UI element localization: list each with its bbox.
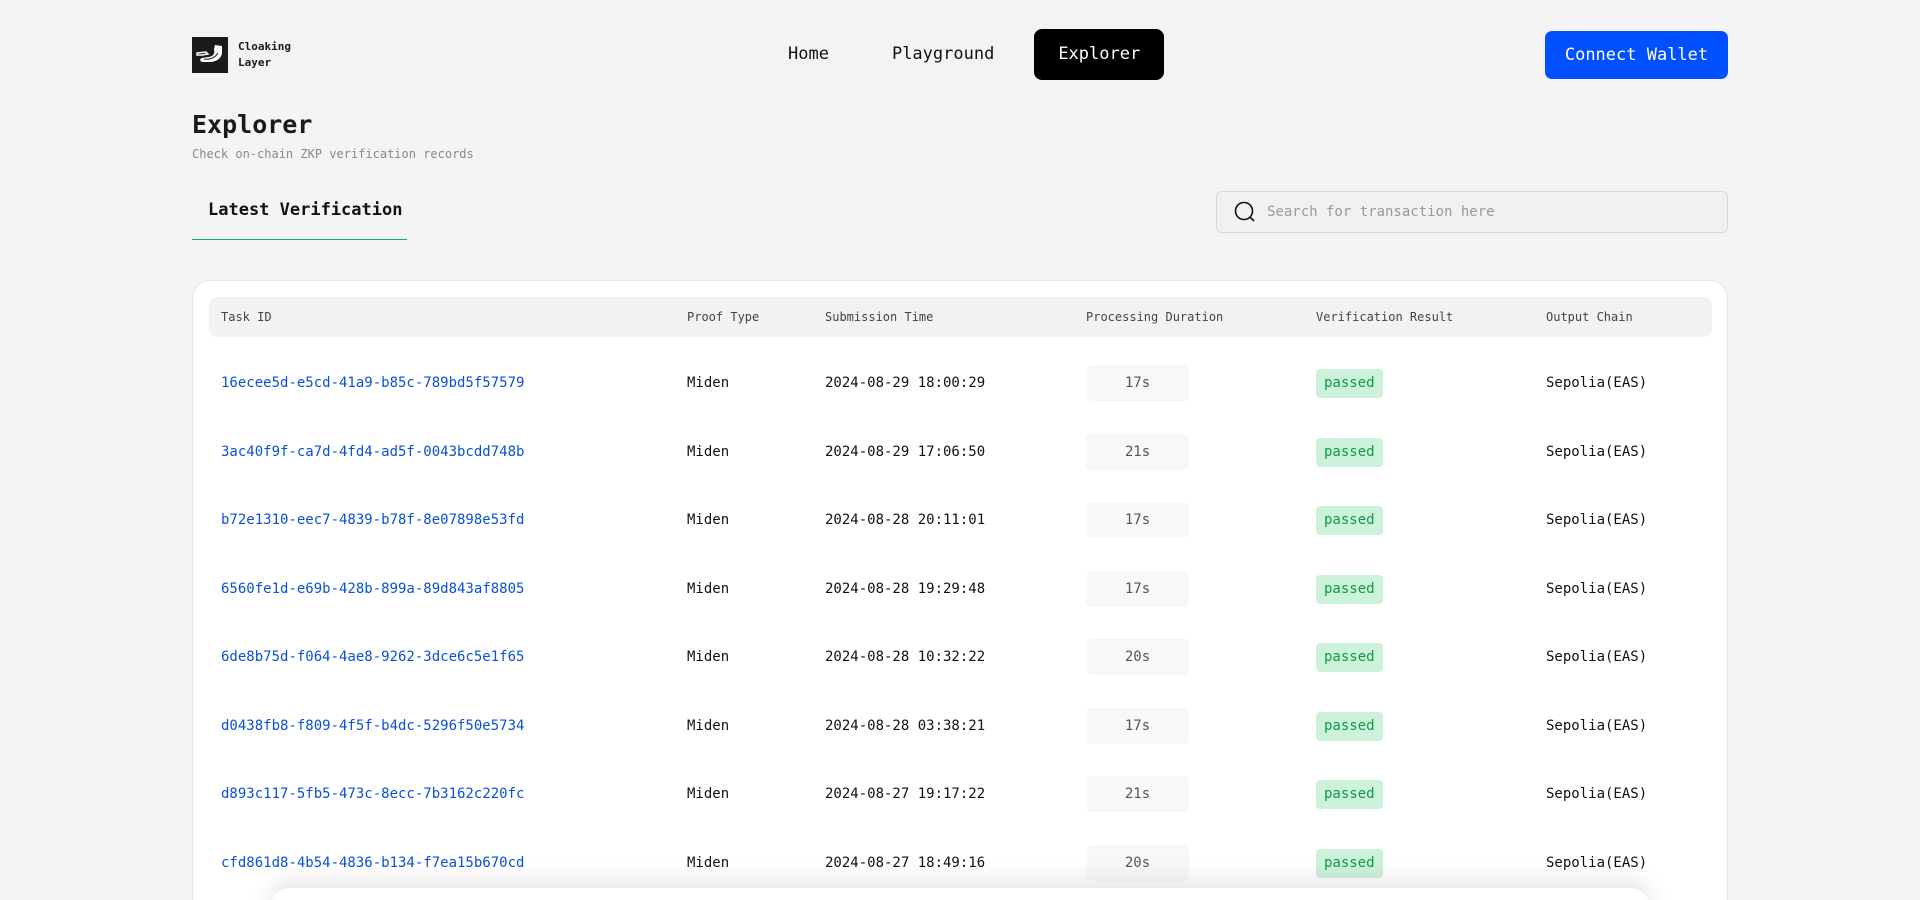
verification-result-badge: passed (1316, 848, 1383, 878)
column-header-output-chain[interactable]: Output Chain (1546, 297, 1633, 337)
verification-result-badge: passed (1316, 506, 1383, 535)
submission-time-cell: 2024-08-28 10:32:22 (825, 649, 986, 665)
task-id-cell: 3ac40f9f-ca7d-4fd4-ad5f-0043bcdd748b (221, 418, 524, 486)
main-nav: Home Playground Explorer (760, 29, 1165, 80)
task-id-cell: d0438fb8-f809-4f5f-b4dc-5296f50e5734 (221, 692, 524, 760)
task-id-link[interactable]: 16ecee5d-e5cd-41a9-b85c-789bd5f57579 (221, 375, 524, 391)
task-id-cell: b72e1310-eec7-4839-b78f-8e07898e53fd (221, 486, 524, 554)
column-header-submission-time[interactable]: Submission Time (825, 297, 933, 337)
task-id-cell: 6560fe1d-e69b-428b-899a-89d843af8805 (221, 555, 524, 623)
connect-wallet-button[interactable]: Connect Wallet (1545, 31, 1728, 79)
tab-latest-verification[interactable]: Latest Verification (192, 193, 407, 240)
brand-name-line2: Layer (238, 56, 272, 69)
page-title: Explorer (192, 110, 313, 139)
floating-panel-edge (270, 888, 1650, 900)
proof-type-cell: Miden (687, 649, 730, 665)
search-box[interactable] (1216, 191, 1728, 233)
output-chain-cell: Sepolia(EAS) (1546, 717, 1648, 734)
verification-result-badge: passed (1316, 643, 1383, 672)
submission-time-cell: 2024-08-28 03:38:21 (825, 717, 986, 734)
column-header-proof-type[interactable]: Proof Type (687, 297, 759, 337)
brand-name-line1: Cloaking (238, 40, 291, 53)
verification-result-badge: passed (1316, 437, 1383, 467)
processing-duration-chip: 17s (1086, 707, 1189, 744)
task-id-link[interactable]: d893c117-5fb5-473c-8ecc-7b3162c220fc (221, 786, 524, 802)
verification-result-badge: passed (1316, 369, 1383, 398)
task-id-link[interactable]: 6de8b75d-f064-4ae8-9262-3dce6c5e1f65 (221, 649, 524, 665)
submission-time-cell: 2024-08-29 18:00:29 (825, 375, 986, 391)
table-row[interactable]: d0438fb8-f809-4f5f-b4dc-5296f50e5734 Mid… (209, 692, 1712, 760)
verification-result-badge: passed (1316, 711, 1383, 741)
processing-duration-chip: 21s (1086, 433, 1189, 470)
hand-logo-icon (192, 37, 228, 73)
processing-duration-chip: 20s (1086, 844, 1189, 881)
submission-time-cell: 2024-08-28 19:29:48 (825, 580, 986, 597)
processing-duration-chip: 17s (1086, 570, 1189, 607)
verification-result-badge: passed (1316, 574, 1383, 604)
output-chain-cell: Sepolia(EAS) (1546, 580, 1648, 597)
brand-name: Cloaking Layer (238, 39, 291, 71)
proof-type-cell: Miden (687, 854, 730, 871)
nav-playground[interactable]: Playground (869, 29, 1017, 80)
task-id-cell: 6de8b75d-f064-4ae8-9262-3dce6c5e1f65 (221, 623, 524, 691)
task-id-link[interactable]: cfd861d8-4b54-4836-b134-f7ea15b670cd (221, 855, 524, 871)
submission-time-cell: 2024-08-28 20:11:01 (825, 512, 986, 528)
proof-type-cell: Miden (687, 443, 730, 460)
processing-duration-chip: 21s (1086, 776, 1189, 812)
output-chain-cell: Sepolia(EAS) (1546, 443, 1648, 460)
table-row[interactable]: 6de8b75d-f064-4ae8-9262-3dce6c5e1f65 Mid… (209, 623, 1712, 691)
submission-time-cell: 2024-08-27 18:49:16 (825, 854, 986, 871)
search-input[interactable] (1267, 204, 1707, 220)
table-row[interactable]: 16ecee5d-e5cd-41a9-b85c-789bd5f57579 Mid… (209, 349, 1712, 417)
submission-time-cell: 2024-08-27 19:17:22 (825, 786, 986, 802)
processing-duration-chip: 20s (1086, 639, 1189, 675)
task-id-link[interactable]: 3ac40f9f-ca7d-4fd4-ad5f-0043bcdd748b (221, 444, 524, 460)
output-chain-cell: Sepolia(EAS) (1546, 375, 1648, 391)
task-id-link[interactable]: 6560fe1d-e69b-428b-899a-89d843af8805 (221, 581, 524, 597)
page: Cloaking Layer Home Playground Explorer … (0, 0, 1920, 900)
verification-result-badge: passed (1316, 780, 1383, 809)
task-id-cell: cfd861d8-4b54-4836-b134-f7ea15b670cd (221, 829, 524, 897)
output-chain-cell: Sepolia(EAS) (1546, 786, 1648, 802)
output-chain-cell: Sepolia(EAS) (1546, 649, 1648, 665)
brand-logo[interactable]: Cloaking Layer (192, 37, 291, 73)
output-chain-cell: Sepolia(EAS) (1546, 854, 1648, 871)
table-header: Task ID Proof Type Submission Time Proce… (209, 297, 1712, 337)
column-header-task-id[interactable]: Task ID (221, 297, 272, 337)
task-id-cell: d893c117-5fb5-473c-8ecc-7b3162c220fc (221, 760, 524, 828)
proof-type-cell: Miden (687, 717, 730, 734)
table-row[interactable]: b72e1310-eec7-4839-b78f-8e07898e53fd Mid… (209, 486, 1712, 554)
verification-table-card: Task ID Proof Type Submission Time Proce… (192, 280, 1728, 900)
table-row[interactable]: 6560fe1d-e69b-428b-899a-89d843af8805 Mid… (209, 555, 1712, 623)
task-id-link[interactable]: d0438fb8-f809-4f5f-b4dc-5296f50e5734 (221, 718, 524, 734)
proof-type-cell: Miden (687, 786, 730, 802)
proof-type-cell: Miden (687, 580, 730, 597)
submission-time-cell: 2024-08-29 17:06:50 (825, 443, 986, 460)
processing-duration-chip: 17s (1086, 365, 1189, 401)
processing-duration-chip: 17s (1086, 502, 1189, 538)
nav-explorer[interactable]: Explorer (1034, 29, 1165, 80)
search-icon (1234, 201, 1255, 222)
output-chain-cell: Sepolia(EAS) (1546, 512, 1648, 528)
table-row[interactable]: cfd861d8-4b54-4836-b134-f7ea15b670cd Mid… (209, 829, 1712, 897)
task-id-cell: 16ecee5d-e5cd-41a9-b85c-789bd5f57579 (221, 349, 524, 417)
table-row[interactable]: 3ac40f9f-ca7d-4fd4-ad5f-0043bcdd748b Mid… (209, 418, 1712, 486)
page-subtitle: Check on-chain ZKP verification records (192, 147, 474, 161)
column-header-verification-result[interactable]: Verification Result (1316, 297, 1453, 337)
task-id-link[interactable]: b72e1310-eec7-4839-b78f-8e07898e53fd (221, 512, 524, 528)
nav-home[interactable]: Home (765, 29, 852, 80)
column-header-processing-duration[interactable]: Processing Duration (1086, 297, 1223, 337)
proof-type-cell: Miden (687, 512, 730, 528)
table-row[interactable]: d893c117-5fb5-473c-8ecc-7b3162c220fc Mid… (209, 760, 1712, 828)
proof-type-cell: Miden (687, 375, 730, 391)
